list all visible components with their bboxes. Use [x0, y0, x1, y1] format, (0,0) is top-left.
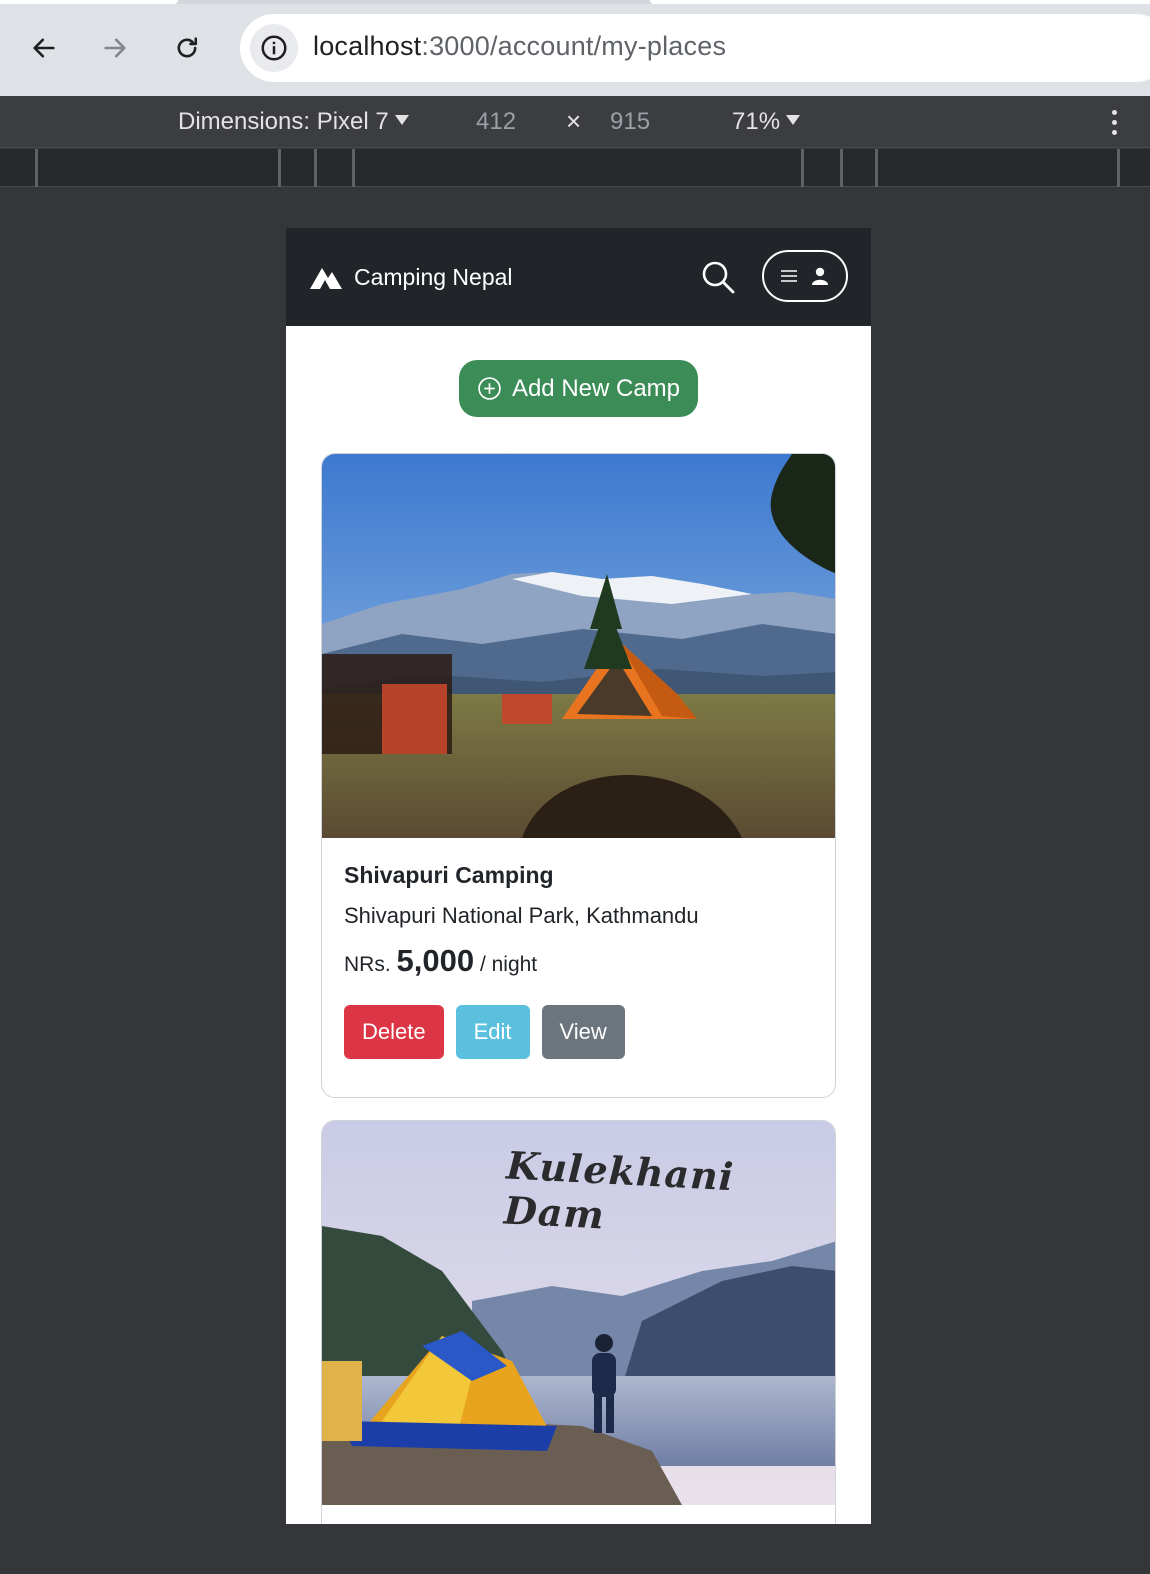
edit-button[interactable]: Edit	[455, 1005, 530, 1059]
menu-icon	[781, 270, 797, 282]
add-new-camp-label: Add New Camp	[511, 374, 681, 402]
tab-fragment	[0, 0, 178, 4]
back-arrow-icon	[33, 38, 55, 58]
camp-card: Kulekhani Dam	[321, 1120, 836, 1524]
ruler-marker[interactable]	[278, 149, 281, 187]
add-new-camp-button[interactable]: Add New Camp	[459, 360, 698, 417]
camp-image	[322, 454, 835, 838]
tent-logo-icon	[310, 267, 342, 289]
view-button[interactable]: View	[541, 1005, 625, 1059]
device-dimensions-label: Dimensions: Pixel 7	[178, 108, 389, 135]
ruler-marker[interactable]	[352, 149, 355, 187]
back-button[interactable]	[22, 26, 66, 70]
tab-fragment	[650, 0, 1150, 4]
camp-location: Shivapuri National Park, Kathmandu	[344, 903, 699, 928]
forward-button[interactable]	[93, 26, 137, 70]
reload-button[interactable]	[165, 26, 209, 70]
ruler-marker[interactable]	[1117, 149, 1120, 187]
delete-button[interactable]: Delete	[344, 1005, 444, 1059]
media-query-ruler	[0, 149, 1150, 187]
price-unit: / night	[479, 953, 538, 976]
kebab-icon[interactable]	[1104, 104, 1124, 140]
camp-card-body: Shivapuri Camping Shivapuri National Par…	[322, 838, 835, 1083]
info-icon	[261, 35, 287, 61]
camp-title: Shivapuri Camping	[344, 862, 554, 888]
search-icon	[702, 261, 735, 294]
plus-circle-icon	[478, 377, 501, 400]
ruler-marker[interactable]	[840, 149, 843, 187]
viewport-height-input[interactable]: 915	[610, 108, 650, 136]
brand-name: Camping Nepal	[354, 264, 513, 290]
brand-link[interactable]: Camping Nepal	[308, 264, 513, 291]
device-viewport: Camping Nepal Add New Camp Shivapuri Cam…	[286, 228, 871, 1524]
times-separator: ×	[566, 106, 582, 136]
url-text[interactable]: localhost:3000/account/my-places	[313, 31, 726, 62]
camp-image: Kulekhani Dam	[322, 1121, 835, 1505]
url-host: localhost	[313, 31, 422, 61]
user-menu-button[interactable]	[762, 250, 848, 302]
ruler-marker[interactable]	[801, 149, 804, 187]
camp-card: Shivapuri Camping Shivapuri National Par…	[321, 453, 836, 1098]
zoom-label: 71%	[732, 108, 781, 135]
search-button[interactable]	[700, 259, 736, 295]
chevron-down-icon	[786, 115, 801, 125]
image-overlay-text: Kulekhani Dam	[502, 1142, 736, 1238]
price-amount: 5,000	[396, 943, 475, 978]
zoom-selector[interactable]: 71%	[732, 108, 801, 136]
device-toolbar: Dimensions: Pixel 7 412 × 915 71%	[0, 96, 1150, 148]
user-icon	[812, 267, 828, 285]
ruler-marker[interactable]	[875, 149, 878, 187]
browser-toolbar: localhost:3000/account/my-places	[0, 0, 1150, 96]
ruler-marker[interactable]	[35, 149, 38, 187]
viewport-width-input[interactable]: 412	[476, 108, 516, 136]
forward-arrow-icon	[104, 38, 126, 58]
device-selector[interactable]: Dimensions: Pixel 7	[178, 108, 409, 136]
reload-icon	[177, 37, 198, 58]
site-info-button[interactable]	[250, 24, 298, 72]
currency-label: NRs.	[344, 953, 391, 976]
camp-price: NRs. 5,000 / night	[344, 943, 813, 979]
chevron-down-icon	[394, 115, 409, 125]
ruler-marker[interactable]	[314, 149, 317, 187]
url-path: :3000/account/my-places	[421, 31, 727, 61]
app-navbar: Camping Nepal	[286, 228, 871, 326]
address-bar[interactable]: localhost:3000/account/my-places	[240, 14, 1150, 82]
camp-actions: Delete Edit View	[344, 1005, 813, 1059]
